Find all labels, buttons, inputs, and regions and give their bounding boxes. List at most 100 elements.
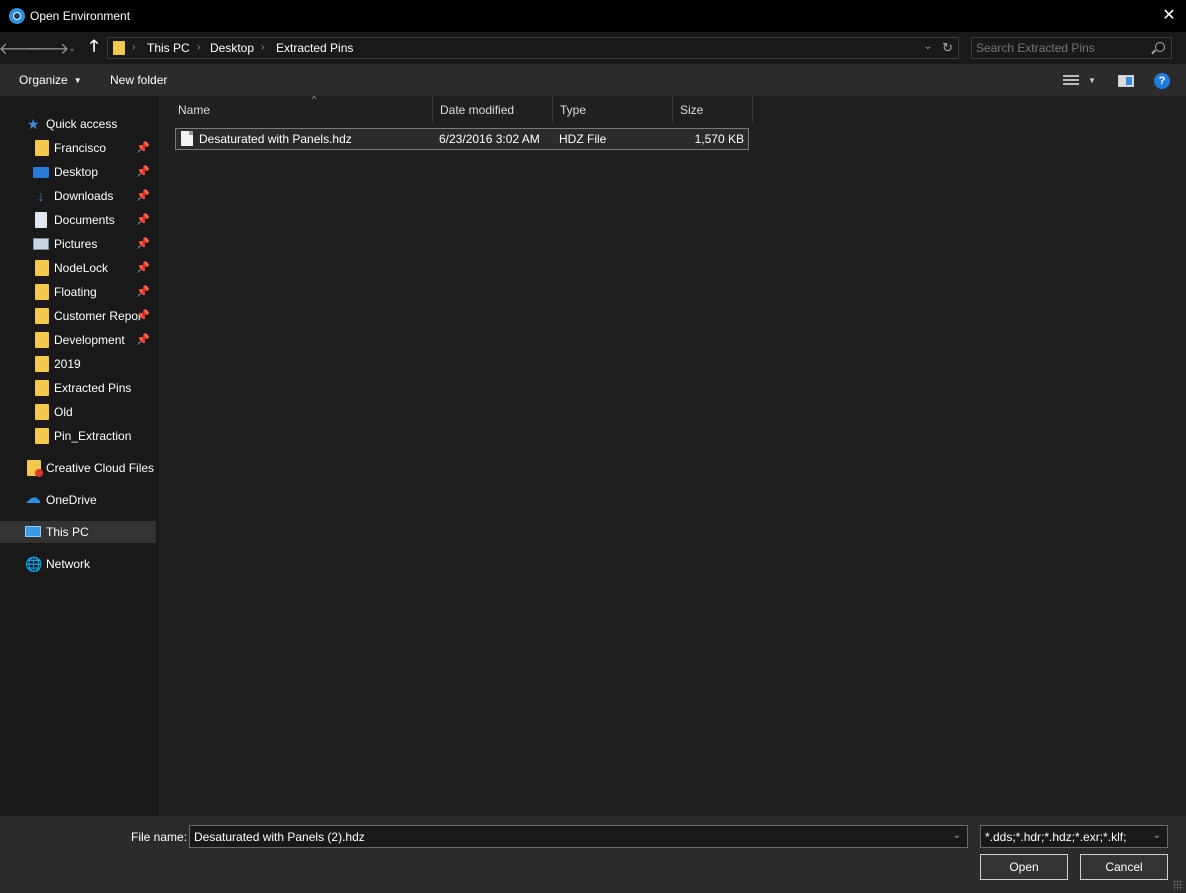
dialog-footer: File name: ⌄ *.dds;*.hdr;*.hdz;*.exr;*.k… — [0, 816, 1186, 893]
chevron-down-icon[interactable]: ▼ — [1088, 76, 1096, 85]
downloads-icon: ↓ — [37, 188, 45, 204]
folder-icon — [113, 41, 125, 55]
column-header-date-modified[interactable]: Date modified — [433, 96, 553, 122]
sidebar-item-documents[interactable]: Documents 📌 — [0, 209, 156, 231]
table-row[interactable]: Desaturated with Panels.hdz 6/23/2016 3:… — [175, 128, 749, 150]
preview-pane-icon[interactable] — [1118, 75, 1134, 87]
sidebar-item-this-pc[interactable]: This PC — [0, 521, 156, 543]
network-icon: 🌐 — [25, 556, 43, 572]
sidebar-item-extracted-pins[interactable]: Extracted Pins — [0, 377, 156, 399]
command-toolbar: Organize ▼ New folder — [0, 64, 1186, 96]
pin-icon[interactable]: 📌 — [136, 333, 150, 346]
sidebar-item-label: OneDrive — [46, 493, 97, 507]
file-icon — [181, 131, 193, 146]
pictures-icon — [33, 238, 49, 250]
file-type: HDZ File — [559, 132, 607, 146]
sidebar-item-desktop[interactable]: Desktop 📌 — [0, 161, 156, 183]
sidebar-item-quick-access[interactable]: ★ Quick access — [0, 113, 156, 135]
breadcrumb-separator-icon: › — [132, 42, 136, 53]
view-options-icon[interactable] — [1063, 75, 1079, 85]
breadcrumb-separator-icon: › — [261, 42, 265, 53]
pin-icon[interactable]: 📌 — [136, 141, 150, 154]
pin-icon[interactable]: 📌 — [136, 165, 150, 178]
new-folder-button[interactable]: New folder — [110, 73, 167, 87]
sidebar-item-label: Creative Cloud Files — [46, 461, 155, 475]
file-name-combobox[interactable]: ⌄ — [189, 825, 968, 848]
sort-ascending-icon: ^ — [312, 94, 317, 104]
sidebar-item-network[interactable]: 🌐 Network — [0, 553, 156, 575]
breadcrumb-this-pc[interactable]: This PC — [147, 41, 190, 55]
pin-icon[interactable]: 📌 — [136, 237, 150, 250]
sidebar-item-floating[interactable]: Floating 📌 — [0, 281, 156, 303]
folder-icon — [35, 404, 49, 420]
sidebar-item-label: Pin_Extraction — [54, 429, 132, 443]
folder-icon — [35, 380, 49, 396]
organize-button[interactable]: Organize ▼ — [19, 73, 82, 87]
sidebar-item-creative-cloud[interactable]: Creative Cloud Files — [0, 457, 156, 479]
sidebar-item-2019[interactable]: 2019 — [0, 353, 156, 375]
breadcrumb-desktop[interactable]: Desktop — [210, 41, 254, 55]
refresh-icon[interactable]: ↻ — [942, 40, 953, 56]
up-button[interactable]: 🡑 — [86, 38, 102, 58]
sidebar-item-label: Extracted Pins — [54, 381, 132, 395]
sidebar-item-downloads[interactable]: ↓ Downloads 📌 — [0, 185, 156, 207]
folder-icon — [35, 308, 49, 324]
sidebar-item-nodelock[interactable]: NodeLock 📌 — [0, 257, 156, 279]
resize-grip[interactable] — [1173, 880, 1183, 890]
sidebar-item-label: Development — [54, 333, 125, 347]
file-list[interactable]: Name ^ Date modified Type Size — [159, 94, 1186, 816]
recent-locations-button[interactable]: ⌄ — [66, 38, 78, 58]
column-header-size[interactable]: Size — [673, 96, 753, 122]
column-header-label: Name — [178, 103, 211, 117]
breadcrumb-extracted-pins[interactable]: Extracted Pins — [276, 41, 353, 55]
column-header-label: Type — [560, 103, 587, 117]
pin-icon[interactable]: 📌 — [136, 261, 150, 274]
window-title: Open Environment — [30, 9, 131, 23]
file-type-filter[interactable]: *.dds;*.hdr;*.hdz;*.exr;*.klf; ⌄ — [980, 825, 1168, 848]
address-bar[interactable]: › This PC › Desktop › Extracted Pins ⌄ ↻ — [107, 37, 959, 59]
sidebar-item-development[interactable]: Development 📌 — [0, 329, 156, 351]
search-icon[interactable] — [1155, 42, 1165, 52]
open-button[interactable]: Open — [980, 854, 1068, 880]
pin-icon[interactable]: 📌 — [136, 285, 150, 298]
forward-button[interactable]: 🡒 — [27, 38, 70, 58]
sidebar-item-onedrive[interactable]: ☁ OneDrive — [0, 489, 156, 511]
column-header-type[interactable]: Type — [553, 96, 673, 122]
sidebar-item-label: This PC — [46, 525, 89, 539]
help-icon[interactable]: ? — [1154, 73, 1170, 89]
chevron-down-icon[interactable]: ⌄ — [1153, 830, 1161, 841]
pin-icon[interactable]: 📌 — [136, 189, 150, 202]
cancel-button[interactable]: Cancel — [1080, 854, 1168, 880]
sidebar-item-label: Quick access — [46, 117, 118, 131]
folder-icon — [35, 428, 49, 444]
sidebar-item-label: 2019 — [54, 357, 81, 371]
pin-icon[interactable]: 📌 — [136, 213, 150, 226]
sidebar-item-pin-extraction[interactable]: Pin_Extraction — [0, 425, 156, 447]
file-name: Desaturated with Panels.hdz — [199, 132, 352, 146]
sidebar-item-label: NodeLock — [54, 261, 109, 275]
sidebar-item-old[interactable]: Old — [0, 401, 156, 423]
sidebar-item-francisco[interactable]: Francisco 📌 — [0, 137, 156, 159]
file-name-input[interactable] — [194, 829, 934, 845]
sidebar-item-customer-reports[interactable]: Customer Repor 📌 — [0, 305, 156, 327]
pin-icon[interactable]: 📌 — [136, 309, 150, 322]
search-box[interactable] — [971, 37, 1172, 59]
sidebar-item-label: Pictures — [54, 237, 98, 251]
chevron-down-icon[interactable]: ⌄ — [953, 830, 961, 841]
breadcrumb-separator-icon: › — [197, 42, 201, 53]
address-dropdown-icon[interactable]: ⌄ — [924, 41, 932, 52]
computer-icon — [25, 526, 41, 537]
search-input[interactable] — [976, 40, 1146, 56]
close-button[interactable]: ✕ — [1152, 0, 1186, 30]
sidebar-item-label: Desktop — [54, 165, 99, 179]
title-bar: Open Environment ✕ — [0, 0, 1186, 32]
folder-icon — [35, 140, 49, 156]
column-header-name[interactable]: Name ^ — [171, 94, 433, 122]
chevron-down-icon: ▼ — [73, 76, 82, 85]
file-name-label: File name: — [131, 830, 188, 844]
navigation-pane: ★ Quick access Francisco 📌 Desktop 📌 ↓ D… — [0, 96, 159, 816]
sidebar-item-label: Old — [54, 405, 73, 419]
sidebar-item-pictures[interactable]: Pictures 📌 — [0, 233, 156, 255]
documents-icon — [35, 212, 47, 228]
creative-cloud-icon — [27, 460, 43, 477]
